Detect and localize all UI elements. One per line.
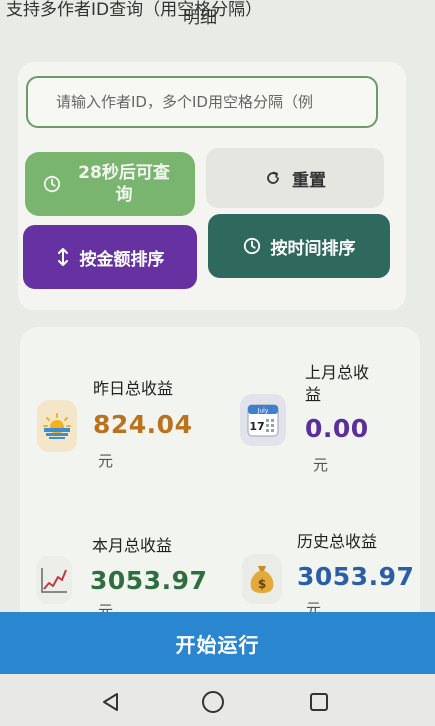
sort-by-amount-label: 按金额排序 <box>79 249 165 270</box>
last-month-earnings-label: 上月总收 益 <box>305 362 369 406</box>
calendar-month-text: July <box>257 408 269 415</box>
this-month-earnings-label: 本月总收益 <box>92 536 173 555</box>
query-button-label: 28秒后可查询 <box>78 163 170 205</box>
refresh-icon <box>264 169 282 187</box>
start-run-button[interactable]: 开始运行 <box>0 612 435 674</box>
sort-by-amount-button[interactable]: 按金额排序 <box>23 225 197 289</box>
sort-arrows-icon <box>56 247 70 267</box>
money-bag-icon: $ <box>242 554 282 604</box>
back-icon[interactable] <box>98 689 124 715</box>
svg-text:$: $ <box>258 577 266 591</box>
query-button[interactable]: 28秒后可查询 <box>25 152 195 216</box>
history-earnings-value: 3053.97 <box>297 562 415 591</box>
home-icon[interactable] <box>200 689 226 715</box>
yesterday-earnings-label: 昨日总收益 <box>93 379 174 398</box>
sort-by-time-button[interactable]: 按时间排序 <box>208 214 390 278</box>
calendar-day-text: 17 <box>249 420 264 433</box>
calendar-icon: July 17 <box>240 394 286 446</box>
last-month-earnings-value: 0.00 <box>305 414 369 443</box>
yesterday-earnings-unit: 元 <box>98 452 114 470</box>
last-month-label-line2: 益 <box>305 385 322 404</box>
sunrise-icon <box>37 400 77 452</box>
reset-button-label: 重置 <box>292 170 326 191</box>
clock-icon <box>43 175 61 193</box>
reset-button[interactable]: 重置 <box>206 148 384 208</box>
history-earnings-label: 历史总收益 <box>297 532 378 551</box>
header-title-line2: 明细 <box>183 8 217 28</box>
recents-icon[interactable] <box>306 689 332 715</box>
last-month-label-line1: 上月总收 <box>305 363 370 382</box>
yesterday-earnings-value: 824.04 <box>93 410 193 439</box>
last-month-earnings-unit: 元 <box>313 456 329 474</box>
chart-icon <box>36 556 72 604</box>
sort-by-time-label: 按时间排序 <box>270 238 356 259</box>
this-month-earnings-value: 3053.97 <box>90 566 208 595</box>
author-id-input[interactable] <box>26 76 378 128</box>
clock-icon <box>243 237 261 255</box>
